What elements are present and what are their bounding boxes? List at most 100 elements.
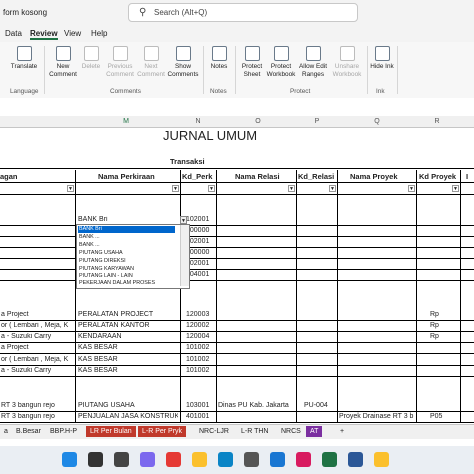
sheet-tab[interactable]: L-R Per Pryk xyxy=(138,426,187,437)
table-cell[interactable]: Proyek Drainase RT 3 b xyxy=(339,413,413,420)
allow-edit-ranges-button[interactable]: Allow Edit Ranges xyxy=(296,46,330,78)
dropdown-option[interactable]: PEKERJAAN DALAM PROSES xyxy=(79,280,155,286)
media-icon[interactable] xyxy=(296,452,311,467)
store-icon[interactable] xyxy=(270,452,285,467)
excel-icon[interactable] xyxy=(322,452,337,467)
windows-icon[interactable] xyxy=(62,452,77,467)
menu-data[interactable]: Data xyxy=(5,29,22,38)
table-cell[interactable]: Rp xyxy=(430,311,439,318)
table-cell[interactable]: KAS BESAR xyxy=(78,356,178,363)
word-icon[interactable] xyxy=(348,452,363,467)
previous-comment-button[interactable]: Previous Comment xyxy=(104,46,136,78)
column-header-o[interactable]: O xyxy=(255,118,260,125)
dropdown-scrollbar[interactable] xyxy=(180,225,189,286)
sheet-tab[interactable]: AT xyxy=(306,426,323,437)
menu-help[interactable]: Help xyxy=(91,29,107,38)
table-cell[interactable]: a Project xyxy=(1,311,74,318)
sheet-tab[interactable]: NRC-LJR xyxy=(195,426,233,437)
filter-button[interactable]: ▼ xyxy=(408,185,415,192)
column-header-n[interactable]: N xyxy=(195,118,200,125)
add-sheet-button[interactable]: + xyxy=(336,426,348,437)
show-comments-button[interactable]: Show Comments xyxy=(166,46,200,78)
dropdown-option[interactable]: BANK ... xyxy=(79,242,100,248)
task-view-icon[interactable] xyxy=(114,452,129,467)
filter-button[interactable]: ▼ xyxy=(288,185,295,192)
filter-button[interactable]: ▼ xyxy=(452,185,459,192)
next-comment-button[interactable]: Next Comment xyxy=(136,46,166,78)
group-notes: Notes xyxy=(210,88,227,95)
translate-button[interactable]: Translate xyxy=(6,46,42,71)
table-cell[interactable]: PERALATAN PROJECT xyxy=(78,311,178,318)
table-cell[interactable]: 101002 xyxy=(186,367,209,374)
table-cell[interactable]: KAS BESAR xyxy=(78,367,178,374)
hide-ink-button[interactable]: Hide Ink xyxy=(370,46,394,71)
file-explorer-icon[interactable] xyxy=(192,452,207,467)
new-comment-button[interactable]: New Comment xyxy=(48,46,78,78)
table-cell[interactable]: 101002 xyxy=(186,356,209,363)
table-cell[interactable]: a - Suzuki Carry xyxy=(1,333,74,340)
dropdown-option[interactable]: PIUTANG USAHA xyxy=(79,250,123,256)
calendar-icon[interactable] xyxy=(244,452,259,467)
teams-icon[interactable] xyxy=(140,452,155,467)
delete-comment-button[interactable]: Delete xyxy=(78,46,104,71)
table-cell[interactable]: or ( Lembari , Meja, K xyxy=(1,322,74,329)
table-cell[interactable]: 120002 xyxy=(186,322,209,329)
table-cell[interactable]: Dinas PU Kab. Jakarta xyxy=(218,402,289,409)
table-cell[interactable]: RT 3 bangun rejo xyxy=(1,413,74,420)
sheet-tab[interactable]: BBP.H-P xyxy=(46,426,82,437)
table-cell[interactable]: a Project xyxy=(1,344,74,351)
table-cell[interactable]: PENJUALAN JASA KONSTRUK xyxy=(78,413,178,420)
table-cell[interactable]: or ( Lembari , Meja, K xyxy=(1,356,74,363)
sheet-tab[interactable]: B.Besar xyxy=(12,426,45,437)
dropdown-arrow-button[interactable]: ▼ xyxy=(180,216,187,224)
table-cell[interactable]: Rp xyxy=(430,333,439,340)
dropdown-option[interactable]: BANK Bri xyxy=(79,226,102,232)
filter-button[interactable]: ▼ xyxy=(208,185,215,192)
dropdown-option[interactable]: PIUTANG LAIN - LAIN xyxy=(79,273,133,279)
table-cell[interactable]: 120004 xyxy=(186,333,209,340)
row-divider xyxy=(0,422,474,423)
filter-button[interactable]: ▼ xyxy=(67,185,74,192)
table-cell[interactable]: 120003 xyxy=(186,311,209,318)
account-dropdown-list[interactable]: BANK Bri BANK ... BANK ... PIUTANG USAHA… xyxy=(76,224,190,289)
table-cell[interactable]: PIUTANG USAHA xyxy=(78,402,178,409)
dropdown-option[interactable]: PIUTANG DIREKSI xyxy=(79,258,126,264)
menu-view[interactable]: View xyxy=(64,29,81,38)
table-cell[interactable]: 102001 xyxy=(186,216,209,223)
table-cell[interactable]: a - Suzuki Carry xyxy=(1,367,74,374)
protect-workbook-button[interactable]: Protect Workbook xyxy=(266,46,296,78)
group-ink: Ink xyxy=(376,88,385,95)
dropdown-option[interactable]: BANK ... xyxy=(79,234,100,240)
column-header-q[interactable]: Q xyxy=(374,118,379,125)
search-icon[interactable] xyxy=(88,452,103,467)
sheet-tab[interactable]: L-R THN xyxy=(237,426,273,437)
protect-sheet-button[interactable]: Protect Sheet xyxy=(238,46,266,78)
filter-button[interactable]: ▼ xyxy=(172,185,179,192)
table-cell[interactable]: 401001 xyxy=(186,413,209,420)
table-cell[interactable]: KENDARAAN xyxy=(78,333,178,340)
sheet-tab[interactable]: a xyxy=(0,426,12,437)
table-cell[interactable]: P05 xyxy=(430,413,442,420)
search-box[interactable]: ⚲ Search (Alt+Q) xyxy=(128,3,358,22)
column-header-m[interactable]: M xyxy=(123,118,129,125)
sheet-tab[interactable]: NRCS xyxy=(277,426,305,437)
dropdown-option[interactable]: PIUTANG KARYAWAN xyxy=(79,266,134,272)
column-header-p[interactable]: P xyxy=(315,118,320,125)
edge-icon[interactable] xyxy=(218,452,233,467)
table-cell[interactable]: Rp xyxy=(430,322,439,329)
menu-review[interactable]: Review xyxy=(30,29,58,40)
column-header-r[interactable]: R xyxy=(434,118,439,125)
chrome-icon[interactable] xyxy=(166,452,181,467)
unshare-workbook-button[interactable]: Unshare Workbook xyxy=(330,46,364,78)
table-cell[interactable]: BANK Bri xyxy=(78,216,178,223)
table-cell[interactable]: PERALATAN KANTOR xyxy=(78,322,178,329)
filter-button[interactable]: ▼ xyxy=(329,185,336,192)
table-cell[interactable]: 103001 xyxy=(186,402,209,409)
folder-icon[interactable] xyxy=(374,452,389,467)
table-cell[interactable]: 101002 xyxy=(186,344,209,351)
sheet-tab[interactable]: LR Per Bulan xyxy=(86,426,136,437)
table-cell[interactable]: KAS BESAR xyxy=(78,344,178,351)
notes-button[interactable]: Notes xyxy=(206,46,232,71)
table-cell[interactable]: PU-004 xyxy=(304,402,328,409)
table-cell[interactable]: RT 3 bangun rejo xyxy=(1,402,74,409)
